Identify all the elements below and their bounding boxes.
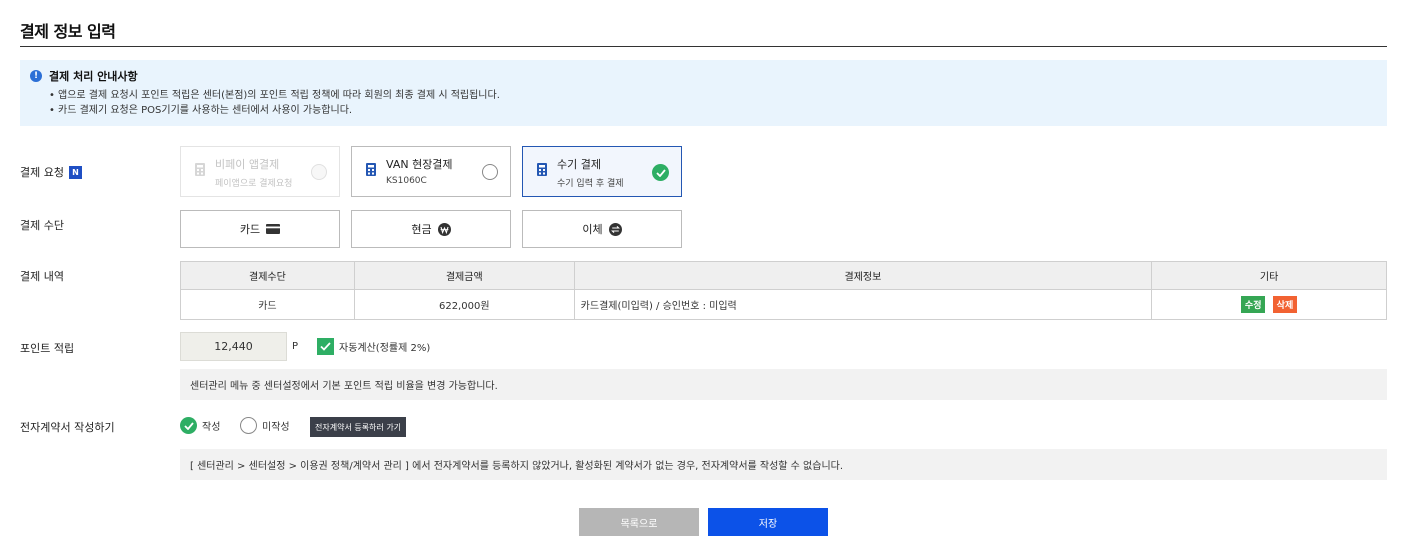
method-cash-button[interactable]: 현금: [351, 210, 511, 248]
radio-unchecked: [482, 164, 498, 180]
info-icon: !: [30, 70, 42, 82]
radio-checked-icon: [180, 417, 197, 434]
column-header: 결제수단: [180, 261, 355, 290]
back-to-list-button[interactable]: 목록으로: [579, 508, 699, 536]
pay-option-title: 비페이 앱결제: [215, 158, 280, 171]
cell-amount: 622,000원: [353, 289, 575, 320]
pay-option-sub: 페이앱으로 결제요청: [215, 179, 293, 189]
cell-method: 카드: [180, 289, 355, 320]
notice-box: ! 결제 처리 안내사항 앱으로 결제 요청시 포인트 적립은 센터(본점)의 …: [20, 60, 1387, 126]
payment-history-table: 결제수단 결제금액 결제정보 기타 카드 622,000원 카드결제(미입력) …: [180, 261, 1387, 320]
pay-option-title: 수기 결제: [557, 158, 601, 171]
goto-contract-button[interactable]: 전자계약서 등록하러 가기: [310, 417, 407, 437]
pay-option-sub: KS1060C: [386, 176, 427, 186]
table-row: 카드 622,000원 카드결제(미입력) / 승인번호 : 미입력 수정 삭제: [180, 289, 1387, 320]
cell-info: 카드결제(미입력) / 승인번호 : 미입력: [573, 289, 1153, 320]
method-card-button[interactable]: 카드: [180, 210, 340, 248]
points-label: 포인트 적립: [20, 342, 75, 355]
pay-option-van[interactable]: VAN 현장결제 KS1060C: [351, 146, 511, 197]
payment-method-label: 결제 수단: [20, 219, 64, 232]
radio-unchecked: [311, 164, 327, 180]
contract-not-write-radio[interactable]: 미작성: [240, 417, 290, 434]
title-divider: [20, 46, 1387, 47]
payment-history-label: 결제 내역: [20, 270, 64, 283]
column-header: 기타: [1151, 261, 1387, 290]
column-header: 결제금액: [353, 261, 575, 290]
points-input[interactable]: 12,440: [180, 332, 287, 361]
checkbox-checked-icon: [317, 338, 334, 355]
pay-option-title: VAN 현장결제: [386, 158, 453, 171]
pay-option-manual[interactable]: 수기 결제 수기 입력 후 결제: [522, 146, 682, 197]
notice-title: 결제 처리 안내사항: [49, 70, 138, 83]
page-title: 결제 정보 입력: [20, 22, 116, 41]
cell-actions: 수정 삭제: [1151, 289, 1387, 320]
transfer-icon: [608, 222, 622, 236]
contract-write-radio[interactable]: 작성: [180, 417, 220, 434]
contract-hint: [ 센터관리 > 센터설정 > 이용권 정책/계약서 관리 ] 에서 전자계약서…: [180, 449, 1387, 480]
payment-request-label: 결제 요청 N: [20, 164, 82, 180]
contract-label: 전자계약서 작성하기: [20, 421, 115, 434]
pay-option-bpay[interactable]: 비페이 앱결제 페이앱으로 결제요청: [180, 146, 340, 197]
method-transfer-button[interactable]: 이체: [522, 210, 682, 248]
notice-item: 카드 결제기 요청은 POS기기를 사용하는 센터에서 사용이 가능합니다.: [30, 103, 1377, 118]
card-icon: [266, 224, 281, 234]
column-header: 결제정보: [573, 261, 1153, 290]
calculator-icon: [537, 163, 547, 176]
calculator-icon: [366, 163, 376, 176]
edit-button[interactable]: 수정: [1240, 296, 1266, 313]
save-button[interactable]: 저장: [708, 508, 828, 536]
pay-option-sub: 수기 입력 후 결제: [557, 179, 624, 189]
radio-unchecked: [240, 417, 257, 434]
notice-item: 앱으로 결제 요청시 포인트 적립은 센터(본점)의 포인트 적립 정책에 따라…: [30, 88, 1377, 103]
points-hint: 센터관리 메뉴 중 센터설정에서 기본 포인트 적립 비율을 변경 가능합니다.: [180, 369, 1387, 400]
calculator-icon: [195, 163, 205, 176]
auto-calc-checkbox[interactable]: 자동계산(정률제 2%): [317, 338, 430, 355]
radio-checked-icon: [652, 164, 669, 181]
new-badge: N: [68, 165, 82, 179]
won-icon: [437, 222, 451, 236]
delete-button[interactable]: 삭제: [1272, 296, 1298, 313]
auto-calc-label: 자동계산(정률제 2%): [339, 343, 431, 354]
points-unit: P: [292, 341, 299, 352]
